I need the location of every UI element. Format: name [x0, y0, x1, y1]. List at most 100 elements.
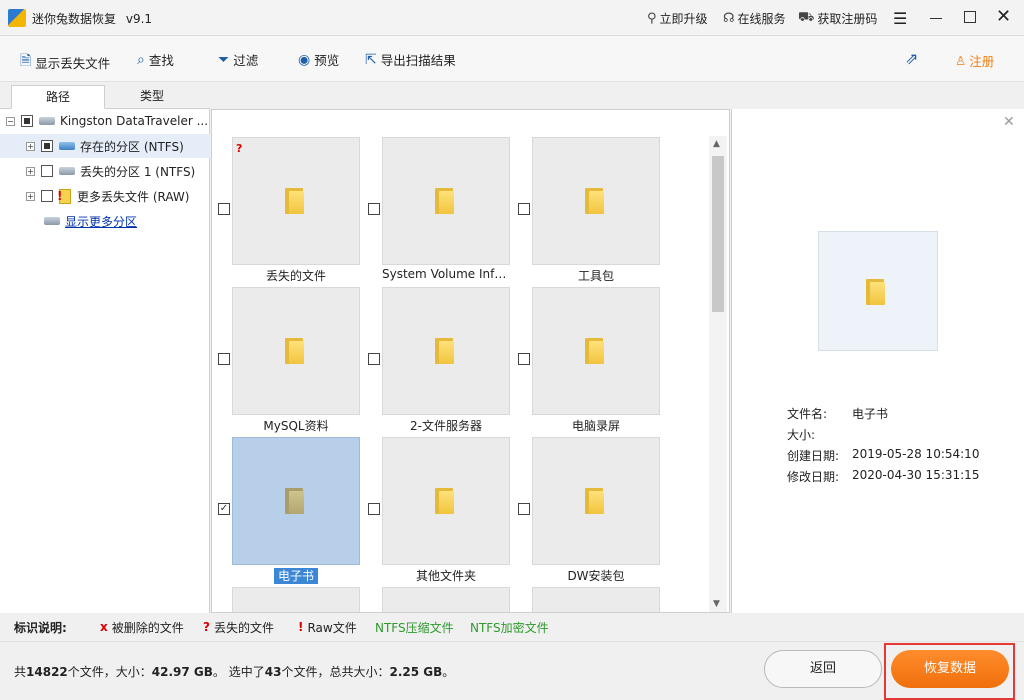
expand-icon[interactable]: + — [26, 191, 35, 201]
file-checkbox[interactable] — [218, 353, 230, 365]
tree-item-label: 丢失的分区 1 (NTFS) — [80, 164, 196, 179]
file-thumbnail[interactable] — [382, 587, 510, 612]
file-checkbox[interactable]: ✓ — [218, 503, 230, 515]
file-thumbnail[interactable] — [382, 437, 510, 565]
file-thumbnail[interactable] — [382, 287, 510, 415]
file-checkbox[interactable] — [368, 203, 380, 215]
tree-item-raw-files[interactable]: + 更多丢失文件 (RAW) — [0, 184, 210, 208]
tree-root-checkbox[interactable] — [21, 115, 33, 127]
restore-data-button[interactable]: 恢复数据 — [891, 650, 1009, 688]
tree-item-lost-partition[interactable]: + 丢失的分区 1 (NTFS) — [0, 159, 210, 183]
file-thumbnail[interactable] — [232, 587, 360, 612]
register-button[interactable]: ♙ 注册 — [955, 51, 994, 70]
status-bar: 共14822个文件，大小：42.97 GB。 选中了43个文件，总共大小：2.2… — [0, 641, 1024, 700]
partition-icon — [59, 167, 75, 175]
menu-icon[interactable]: ☰ — [893, 9, 907, 28]
maximize-icon[interactable] — [964, 11, 976, 23]
scrollbar-thumb[interactable] — [712, 156, 724, 312]
show-lost-files-button[interactable]: 🗎 显示丢失文件 — [20, 50, 110, 74]
cart-icon: ⛟ — [798, 10, 815, 25]
tree-item-label: 存在的分区 (NTFS) — [80, 139, 184, 154]
export-results-label: 导出扫描结果 — [380, 53, 456, 68]
file-thumbnail[interactable] — [232, 287, 360, 415]
app-version: v9.1 — [125, 12, 153, 26]
file-checkbox[interactable] — [218, 203, 230, 215]
raw-file-icon — [57, 188, 71, 204]
total-files-count: 14822 — [26, 665, 68, 679]
drive-icon — [44, 217, 60, 225]
file-checkbox[interactable] — [368, 503, 380, 515]
file-checkbox[interactable] — [518, 353, 530, 365]
online-service-link[interactable]: ☊ 在线服务 — [723, 10, 786, 27]
file-checkbox[interactable] — [518, 503, 530, 515]
file-grid-item[interactable]: 2-文件服务器 — [362, 260, 512, 433]
file-checkbox[interactable] — [368, 353, 380, 365]
tree-item-checkbox[interactable] — [41, 165, 53, 177]
expand-icon[interactable]: + — [26, 141, 35, 151]
file-grid-item[interactable]: 工具包 — [512, 110, 662, 283]
find-button[interactable]: ⌕ 查找 — [137, 50, 174, 69]
file-thumbnail[interactable] — [532, 437, 660, 565]
file-grid-item[interactable]: DW安装包 — [512, 410, 662, 583]
expand-icon[interactable]: + — [26, 166, 35, 176]
size-label: 大小: — [787, 428, 816, 442]
file-grid-item-partial[interactable] — [512, 560, 662, 612]
file-thumbnail[interactable]: ? — [232, 137, 360, 265]
file-thumbnail[interactable] — [532, 287, 660, 415]
grid-scrollbar[interactable]: ▲ ▼ — [709, 136, 727, 612]
scroll-up-icon[interactable]: ▲ — [713, 139, 720, 149]
title-bar: 迷你兔数据恢复 v9.1 ⚲ 立即升级 ☊ 在线服务 ⛟ 获取注册码 ☰ ✕ — [0, 0, 1024, 36]
folder-icon — [435, 188, 455, 214]
created-label: 创建日期: — [787, 449, 840, 463]
tab-path[interactable]: 路径 — [11, 85, 105, 109]
upgrade-link[interactable]: ⚲ 立即升级 — [647, 10, 708, 27]
show-more-partitions[interactable]: 显示更多分区 — [0, 209, 210, 233]
filter-icon: ⏷ — [218, 51, 230, 68]
headset-icon: ☊ — [723, 11, 735, 26]
back-button[interactable]: 返回 — [764, 650, 882, 688]
folder-icon — [285, 338, 305, 364]
file-grid-item[interactable]: 其他文件夹 — [362, 410, 512, 583]
collapse-icon[interactable]: − — [6, 116, 15, 126]
file-thumbnail[interactable] — [382, 137, 510, 265]
legend-bar: 标识说明: x 被删除的文件 ? 丢失的文件 ! Raw文件 NTFS压缩文件 … — [0, 613, 1024, 641]
show-more-partitions-link[interactable]: 显示更多分区 — [65, 213, 137, 230]
file-grid-item-partial[interactable] — [362, 560, 512, 612]
tree-item-checkbox[interactable] — [41, 140, 53, 152]
status-text-5: 。 — [442, 665, 455, 679]
file-grid-item[interactable]: MySQL资料 — [212, 260, 362, 433]
share-icon[interactable]: ⇗ — [905, 49, 918, 68]
file-grid-item-partial[interactable] — [212, 560, 362, 612]
filename-label: 文件名: — [787, 407, 828, 421]
tree-item-existing-partition[interactable]: + 存在的分区 (NTFS) — [0, 134, 210, 158]
selected-size: 2.25 GB — [389, 665, 443, 679]
minimize-icon[interactable] — [930, 18, 942, 19]
tab-type[interactable]: 类型 — [105, 85, 199, 109]
modified-value: 2020-04-30 15:31:15 — [852, 468, 980, 482]
export-results-button[interactable]: ⇱ 导出扫描结果 — [365, 50, 456, 69]
document-icon: 🗎 — [20, 53, 32, 69]
file-checkbox[interactable] — [518, 203, 530, 215]
view-tabs: 路径 类型 — [0, 82, 210, 109]
filter-button[interactable]: ⏷ 过滤 — [218, 50, 258, 69]
scroll-down-icon[interactable]: ▼ — [713, 599, 720, 609]
tree-item-checkbox[interactable] — [41, 190, 53, 202]
preview-button[interactable]: ◉ 预览 — [298, 50, 339, 69]
get-code-link[interactable]: ⛟ 获取注册码 — [798, 10, 877, 27]
preview-size: 大小: — [787, 426, 852, 443]
file-thumbnail[interactable] — [232, 437, 360, 565]
file-grid-item[interactable]: System Volume Infor... — [362, 110, 512, 281]
close-icon[interactable]: ✕ — [996, 6, 1011, 27]
register-label: 注册 — [969, 54, 995, 69]
file-grid-item[interactable]: ? 丢失的文件 — [212, 110, 362, 283]
file-grid-item[interactable]: 电脑录屏 — [512, 260, 662, 433]
file-thumbnail[interactable] — [532, 587, 660, 612]
file-grid-item[interactable]: ✓ 电子书 — [212, 410, 362, 584]
file-thumbnail[interactable] — [532, 137, 660, 265]
status-text-4: 个文件，总共大小： — [281, 665, 390, 679]
total-size: 42.97 GB — [151, 665, 213, 679]
preview-close-icon[interactable]: ✕ — [1003, 114, 1015, 130]
folder-icon — [866, 279, 886, 305]
legend-deleted-label: 被删除的文件 — [111, 620, 184, 635]
tree-root[interactable]: − Kingston DataTraveler ... — [0, 109, 210, 133]
